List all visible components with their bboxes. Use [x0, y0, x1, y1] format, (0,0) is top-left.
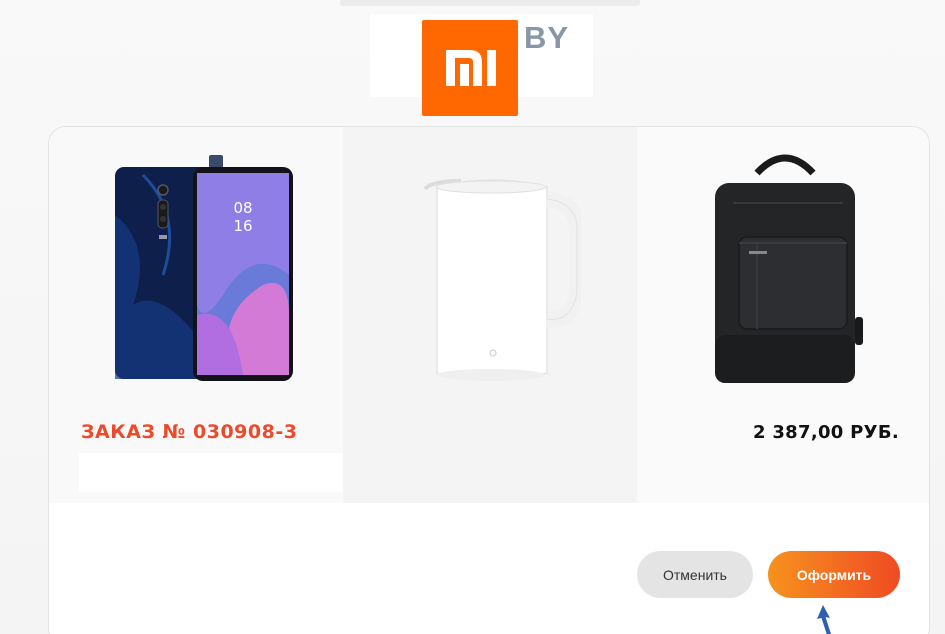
smartphone-icon[interactable]: 08 16 — [113, 155, 295, 383]
order-title: ЗАКАЗ № 030908-3 — [81, 421, 298, 443]
product-cell-phone: 08 16 ЗАКАЗ № 030908-3 — [49, 127, 424, 503]
header-strip — [340, 0, 640, 6]
mi-logo-icon — [446, 50, 496, 86]
product-strip: 08 16 ЗАКАЗ № 030908-3 2 387,00 РУБ. — [49, 127, 929, 503]
mi-logo[interactable] — [422, 20, 518, 116]
backpack-icon[interactable] — [705, 147, 865, 387]
product-cell-kettle — [343, 127, 637, 503]
electric-kettle-icon[interactable] — [421, 173, 581, 385]
cancel-button[interactable]: Отменить — [637, 551, 753, 598]
checkout-button[interactable]: Оформить — [768, 551, 900, 598]
order-total: 2 387,00 РУБ. — [752, 422, 899, 443]
logo-country-suffix: BY — [524, 20, 570, 55]
svg-text:16: 16 — [233, 217, 252, 235]
product-cell-backpack: 2 387,00 РУБ. — [637, 127, 929, 503]
svg-text:08: 08 — [233, 199, 252, 217]
order-card: 08 16 ЗАКАЗ № 030908-3 2 387,00 РУБ. Отм… — [48, 126, 930, 634]
pointer-arrow-icon — [817, 605, 831, 634]
page: BY 08 16 ЗАКАЗ № 030908-3 2 387,00 РУБ. … — [0, 0, 945, 634]
